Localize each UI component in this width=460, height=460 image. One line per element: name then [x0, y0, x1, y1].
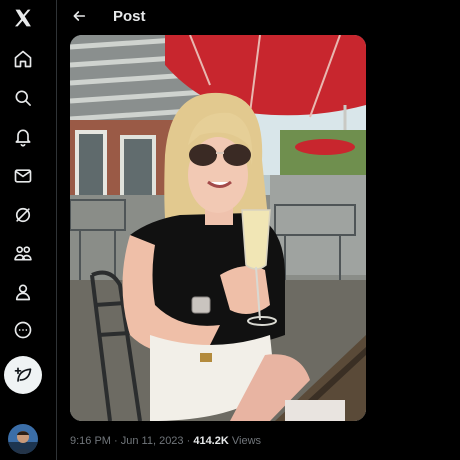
home-icon	[14, 50, 32, 68]
post-photo[interactable]	[70, 35, 366, 421]
post-header: Post	[57, 0, 460, 32]
compose-post-button[interactable]	[4, 356, 42, 394]
column-divider	[56, 0, 57, 460]
nav-explore[interactable]	[0, 81, 46, 115]
nav-communities[interactable]	[0, 236, 46, 270]
x-logo-button[interactable]	[0, 1, 46, 35]
views-label: Views	[228, 435, 262, 447]
communities-icon	[14, 246, 32, 261]
post-date: Jun 11, 2023	[120, 435, 184, 447]
profile-icon	[15, 284, 31, 301]
page-title: Post	[113, 7, 146, 25]
post-meta: 9:16 PM · Jun 11, 2023 · 414.2K Views	[70, 435, 261, 447]
post-time: 9:16 PM	[70, 435, 111, 447]
views-count: 414.2K	[193, 435, 229, 447]
nav-profile[interactable]	[0, 275, 46, 309]
bell-icon	[15, 129, 31, 147]
nav-more[interactable]	[0, 313, 46, 347]
nav-messages[interactable]	[0, 159, 46, 193]
photo-woman-with-champagne	[70, 35, 366, 421]
nav-grok[interactable]	[0, 198, 46, 232]
search-icon	[15, 90, 31, 106]
nav-notifications[interactable]	[0, 120, 46, 154]
x-logo-icon	[15, 9, 31, 27]
more-icon	[14, 321, 32, 339]
mail-icon	[14, 169, 32, 183]
account-avatar[interactable]	[8, 424, 38, 454]
arrow-left-icon	[73, 11, 86, 21]
compose-feather-icon	[14, 367, 32, 382]
nav-home[interactable]	[0, 42, 46, 76]
meta-separator-2: ·	[183, 435, 194, 447]
back-button[interactable]	[67, 4, 91, 28]
grok-icon	[15, 207, 31, 223]
sidebar-nav	[0, 0, 46, 460]
meta-separator: ·	[110, 435, 121, 447]
